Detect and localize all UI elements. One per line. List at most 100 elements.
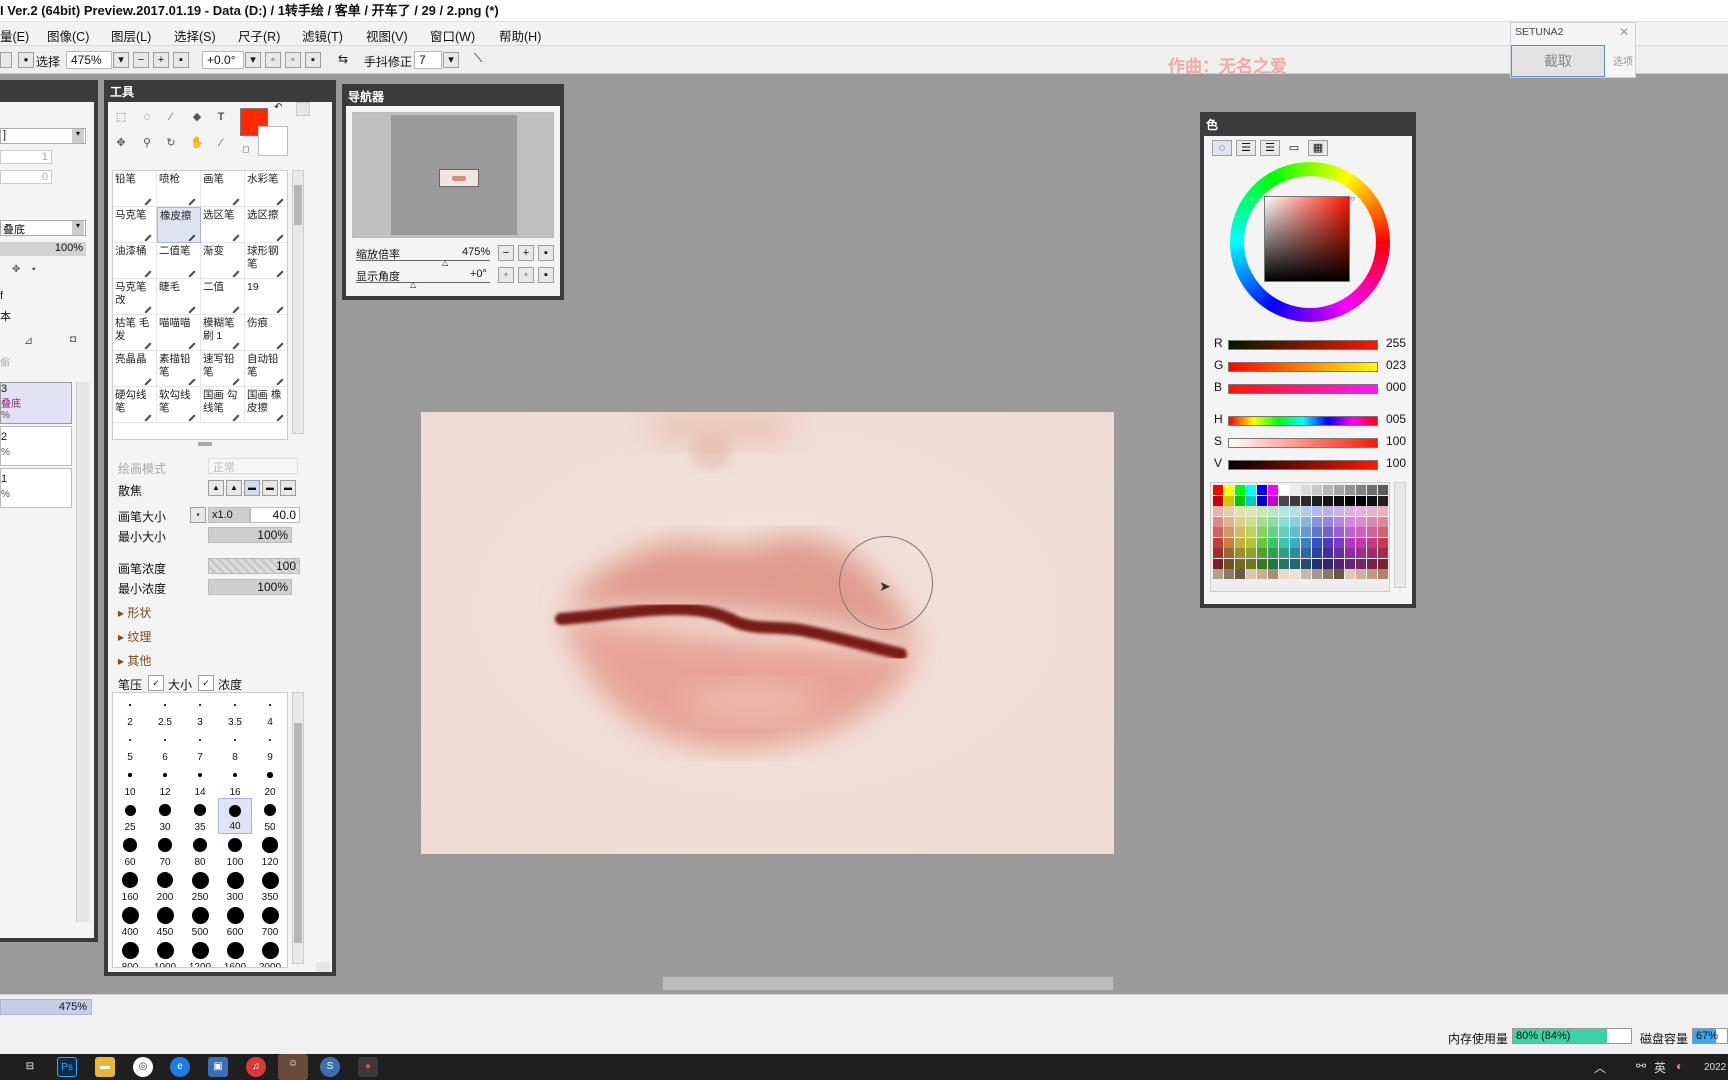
nav-zoom-out-button[interactable]: −	[498, 245, 514, 261]
swatch-mode-icon[interactable]: ▦	[1308, 140, 1328, 156]
brush-size-field[interactable]: 40.0	[250, 507, 300, 523]
color-swatch[interactable]	[1224, 495, 1234, 506]
brush-size-option[interactable]: 4	[253, 693, 287, 729]
color-swatch[interactable]	[1301, 548, 1311, 558]
color-swatch[interactable]	[1290, 569, 1300, 579]
color-swatch[interactable]	[1378, 558, 1388, 569]
brush-size-option[interactable]: 1600	[218, 938, 252, 967]
brush-size-option[interactable]: 450	[148, 903, 182, 939]
brush-size-option[interactable]: 20	[253, 763, 287, 799]
brush-item[interactable]: 油漆桶	[113, 243, 157, 279]
color-swatch[interactable]	[1323, 558, 1333, 569]
color-swatch[interactable]	[1235, 569, 1245, 579]
color-swatch[interactable]	[1257, 495, 1267, 506]
color-swatch[interactable]	[1367, 506, 1377, 516]
color-swatch[interactable]	[1345, 548, 1355, 558]
zoom-reset-button[interactable]: ▪	[173, 52, 189, 68]
color-swatch[interactable]	[1356, 537, 1366, 548]
secondary-color-swatch[interactable]	[258, 126, 288, 156]
color-swatch[interactable]	[1323, 548, 1333, 558]
brush-size-option[interactable]: 30	[148, 798, 182, 834]
angle-field[interactable]: +0.0°	[202, 51, 244, 69]
color-swatch[interactable]	[1279, 527, 1289, 537]
color-swatch[interactable]	[1268, 485, 1278, 495]
flip-icon[interactable]: ⇆	[338, 52, 348, 66]
color-swatch[interactable]	[1224, 485, 1234, 495]
brush-item[interactable]: 渐变	[201, 243, 245, 279]
size-grid-scrollbar[interactable]	[292, 692, 304, 964]
hand-icon[interactable]: ✋	[186, 132, 208, 154]
color-swatch[interactable]	[1257, 485, 1267, 495]
brush-size-multiplier[interactable]: x1.0	[208, 507, 250, 523]
brush-size-option[interactable]: 600	[218, 903, 252, 939]
color-swatch[interactable]	[1235, 506, 1245, 516]
brush-size-option[interactable]: 3.5	[218, 693, 252, 729]
brush-item[interactable]: 伤痕	[245, 315, 287, 351]
brush-size-option[interactable]: 50	[253, 798, 287, 834]
color-swatch[interactable]	[1334, 558, 1344, 569]
zoom-out-button[interactable]: −	[133, 52, 149, 68]
brush-size-option[interactable]: 70	[148, 833, 182, 869]
rotate-icon[interactable]: ↻	[160, 132, 182, 154]
color-swatch[interactable]	[1246, 527, 1256, 537]
setuna-app-icon[interactable]: S	[320, 1057, 340, 1077]
color-swatch[interactable]	[1334, 548, 1344, 558]
color-swatch[interactable]	[1268, 527, 1278, 537]
brush-item[interactable]: 橡皮擦	[157, 207, 201, 243]
zoom-dropdown-button[interactable]: ▾	[113, 52, 129, 68]
brush-size-option[interactable]: 500	[183, 903, 217, 939]
brush-size-option[interactable]: 12	[148, 763, 182, 799]
color-swatch[interactable]	[1213, 558, 1223, 569]
color-swatch[interactable]	[1345, 569, 1355, 579]
color-swatch[interactable]	[1323, 495, 1333, 506]
color-swatch[interactable]	[1279, 506, 1289, 516]
color-swatch[interactable]	[1268, 506, 1278, 516]
rect-select-icon[interactable]: ⬚	[110, 106, 132, 128]
color-swatch[interactable]	[1323, 506, 1333, 516]
color-swatch[interactable]	[1345, 495, 1355, 506]
color-swatch[interactable]	[1279, 516, 1289, 527]
color-swatch[interactable]	[1367, 558, 1377, 569]
shape-option-5[interactable]: ▬	[280, 480, 296, 496]
brush-item[interactable]: 二值笔	[157, 243, 201, 279]
task-view-icon[interactable]: ⊟	[20, 1057, 40, 1077]
layer-delete-icon[interactable]: ◘	[70, 334, 76, 345]
brush-item[interactable]: 球形钢笔	[245, 243, 287, 279]
color-swatch[interactable]	[1246, 506, 1256, 516]
brush-item[interactable]: 画笔	[201, 171, 245, 207]
slider-thumb-icon[interactable]: △	[410, 280, 416, 289]
rgb-slider-mode-icon[interactable]: ☰	[1236, 140, 1256, 156]
color-swatch[interactable]	[1334, 569, 1344, 579]
brush-size-option[interactable]: 300	[218, 868, 252, 904]
color-swatch[interactable]	[1356, 569, 1366, 579]
brush-item[interactable]: 喷枪	[157, 171, 201, 207]
network-icon[interactable]: ⚯	[1636, 1059, 1646, 1073]
color-swatch[interactable]	[1235, 537, 1245, 548]
brush-size-option[interactable]: 2000	[253, 938, 287, 967]
brush-size-option[interactable]: 1000	[148, 938, 182, 967]
brush-size-option[interactable]: 25	[113, 798, 147, 834]
color-swatch[interactable]	[1290, 558, 1300, 569]
brush-size-option[interactable]: 2.5	[148, 693, 182, 729]
color-swatch[interactable]	[1367, 548, 1377, 558]
lasso-icon[interactable]: ◌	[136, 106, 158, 128]
color-swatch[interactable]	[1312, 548, 1322, 558]
color-swatch[interactable]	[1334, 485, 1344, 495]
magic-wand-icon[interactable]: ⁄	[160, 106, 182, 128]
color-swatch[interactable]	[1246, 516, 1256, 527]
color-swatch[interactable]	[1257, 537, 1267, 548]
menu-help[interactable]: 帮助(H)	[499, 26, 541, 45]
color-swatch[interactable]	[1290, 495, 1300, 506]
s-slider[interactable]	[1228, 438, 1378, 448]
transparent-color-icon[interactable]: ◻	[242, 144, 249, 155]
color-swatch[interactable]	[1246, 558, 1256, 569]
menu-window[interactable]: 窗口(W)	[430, 26, 475, 45]
shape-option-4[interactable]: ▬	[262, 480, 278, 496]
color-swatch[interactable]	[1268, 516, 1278, 527]
color-swatch[interactable]	[1378, 527, 1388, 537]
color-swatch[interactable]	[1257, 516, 1267, 527]
section-shape[interactable]: ▸ 形状	[118, 604, 151, 621]
color-swatch[interactable]	[1224, 527, 1234, 537]
color-swatch[interactable]	[1235, 516, 1245, 527]
color-swatch[interactable]	[1279, 495, 1289, 506]
